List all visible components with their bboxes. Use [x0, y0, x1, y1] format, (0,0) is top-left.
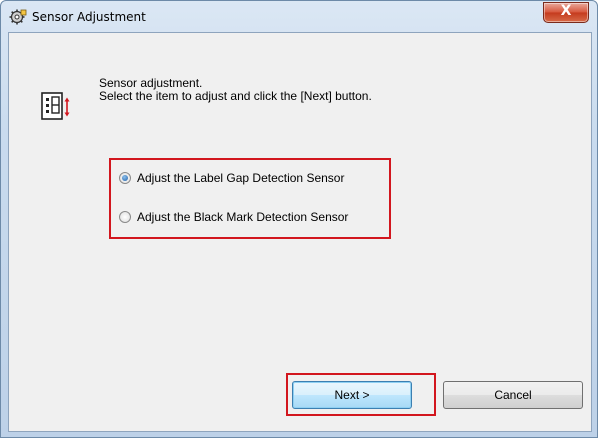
sensor-adjust-icon — [41, 92, 70, 120]
instruction-text: Sensor adjustment. Select the item to ad… — [99, 77, 372, 103]
window-title: Sensor Adjustment — [32, 10, 146, 24]
option-label: Adjust the Black Mark Detection Sensor — [137, 210, 349, 224]
option-black-mark-sensor[interactable]: Adjust the Black Mark Detection Sensor — [119, 209, 348, 225]
option-label-gap-sensor[interactable]: Adjust the Label Gap Detection Sensor — [119, 170, 344, 186]
title-bar[interactable]: Sensor Adjustment X — [1, 1, 597, 33]
cancel-button-label: Cancel — [494, 388, 532, 402]
radio-button-selected[interactable] — [119, 172, 131, 184]
cancel-button[interactable]: Cancel — [443, 381, 583, 409]
option-label: Adjust the Label Gap Detection Sensor — [137, 171, 345, 185]
instruction-line-2: Select the item to adjust and click the … — [99, 89, 372, 103]
dialog-body: Sensor adjustment. Select the item to ad… — [8, 32, 592, 432]
settings-app-icon — [9, 9, 27, 25]
next-button[interactable]: Next > — [292, 381, 412, 409]
dialog-window: Sensor Adjustment X Sensor adjustment. S… — [0, 0, 598, 438]
next-button-label: Next > — [334, 388, 370, 402]
close-icon: X — [560, 3, 572, 19]
radio-button[interactable] — [119, 211, 131, 223]
close-button[interactable]: X — [543, 2, 589, 23]
